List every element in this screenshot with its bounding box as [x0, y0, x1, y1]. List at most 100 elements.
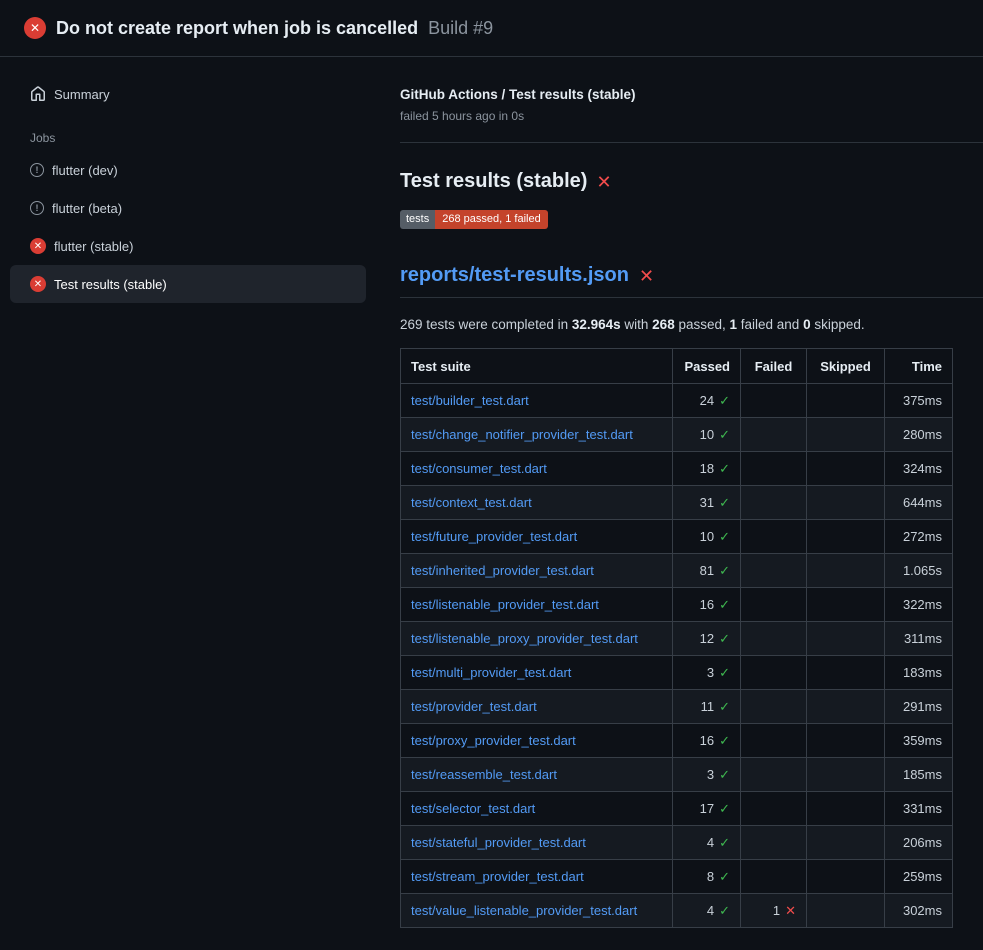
passed-cell: 3✓: [673, 656, 741, 690]
main-panel: GitHub Actions / Test results (stable) f…: [376, 57, 983, 928]
sidebar-item-flutter-stable[interactable]: ✕ flutter (stable): [10, 227, 366, 265]
failed-cell: [741, 554, 807, 588]
sidebar: Summary Jobs ! flutter (dev) ! flutter (…: [0, 57, 376, 303]
check-icon: ✓: [719, 835, 730, 850]
failed-cell: [741, 860, 807, 894]
suite-cell: test/future_provider_test.dart: [401, 520, 673, 554]
suite-link[interactable]: test/inherited_provider_test.dart: [411, 563, 594, 578]
check-icon: ✓: [719, 563, 730, 578]
badge-value: 268 passed, 1 failed: [435, 210, 547, 229]
passed-cell: 16✓: [673, 724, 741, 758]
suite-cell: test/inherited_provider_test.dart: [401, 554, 673, 588]
table-row: test/inherited_provider_test.dart81✓1.06…: [401, 554, 953, 588]
check-icon: ✓: [719, 903, 730, 918]
table-row: test/change_notifier_provider_test.dart 1…: [401, 418, 953, 452]
col-header-time: Time: [885, 349, 953, 384]
passed-cell: 18✓: [673, 452, 741, 486]
check-icon: ✓: [719, 767, 730, 782]
time-cell: 280ms: [885, 418, 953, 452]
skipped-cell: [807, 860, 885, 894]
time-cell: 272ms: [885, 520, 953, 554]
table-row: test/reassemble_test.dart3✓185ms: [401, 758, 953, 792]
check-icon: ✓: [719, 495, 730, 510]
time-cell: 206ms: [885, 826, 953, 860]
suite-link[interactable]: test/future_provider_test.dart: [411, 529, 577, 544]
suite-link[interactable]: test/proxy_provider_test.dart: [411, 733, 576, 748]
suite-cell: test/listenable_provider_test.dart: [401, 588, 673, 622]
suite-link[interactable]: test/stream_provider_test.dart: [411, 869, 584, 884]
passed-cell: 81✓: [673, 554, 741, 588]
suite-link[interactable]: test/context_test.dart: [411, 495, 532, 510]
suite-link[interactable]: test/listenable_provider_test.dart: [411, 597, 599, 612]
badge-label: tests: [400, 210, 435, 229]
results-table: Test suitePassedFailedSkippedTime test/b…: [400, 348, 953, 928]
time-cell: 259ms: [885, 860, 953, 894]
failed-cell: [741, 384, 807, 418]
table-row: test/multi_provider_test.dart3✓183ms: [401, 656, 953, 690]
sidebar-item-summary[interactable]: Summary: [10, 75, 366, 113]
skipped-cell: [807, 894, 885, 928]
skipped-cell: [807, 724, 885, 758]
sidebar-item-flutter-dev[interactable]: ! flutter (dev): [10, 151, 366, 189]
failed-cell: [741, 520, 807, 554]
table-row: test/listenable_proxy_provider_test.dart…: [401, 622, 953, 656]
skipped-cell: [807, 418, 885, 452]
suite-link[interactable]: test/builder_test.dart: [411, 393, 529, 408]
time-cell: 359ms: [885, 724, 953, 758]
check-icon: ✓: [719, 869, 730, 884]
check-icon: ✓: [719, 801, 730, 816]
failed-cell: [741, 452, 807, 486]
passed-cell: 12✓: [673, 622, 741, 656]
suite-link[interactable]: test/value_listenable_provider_test.dart: [411, 903, 637, 918]
table-row: test/proxy_provider_test.dart 16✓ 359ms: [401, 724, 953, 758]
failed-cell: [741, 418, 807, 452]
suite-link[interactable]: test/provider_test.dart: [411, 699, 537, 714]
suite-cell: test/selector_test.dart: [401, 792, 673, 826]
suite-link[interactable]: test/multi_provider_test.dart: [411, 665, 571, 680]
run-meta: failed 5 hours ago in 0s: [400, 109, 983, 123]
time-cell: 311ms: [885, 622, 953, 656]
suite-link[interactable]: test/listenable_proxy_provider_test.dart: [411, 631, 638, 646]
suite-link[interactable]: test/change_notifier_provider_test.dart: [411, 427, 633, 442]
failed-cell: [741, 656, 807, 690]
table-row: test/provider_test.dart11✓291ms: [401, 690, 953, 724]
suite-link[interactable]: test/selector_test.dart: [411, 801, 535, 816]
suite-cell: test/listenable_proxy_provider_test.dart: [401, 622, 673, 656]
sidebar-item-test-results-stable[interactable]: ✕ Test results (stable): [10, 265, 366, 303]
suite-link[interactable]: test/stateful_provider_test.dart: [411, 835, 586, 850]
suite-cell: test/stream_provider_test.dart: [401, 860, 673, 894]
skipped-cell: [807, 554, 885, 588]
check-icon: ✓: [719, 597, 730, 612]
table-row: test/listenable_provider_test.dart16✓322…: [401, 588, 953, 622]
x-circle-fail-icon: ✕: [24, 17, 46, 39]
passed-cell: 10✓: [673, 418, 741, 452]
check-icon: ✓: [719, 665, 730, 680]
page-content: Summary Jobs ! flutter (dev) ! flutter (…: [0, 57, 983, 928]
col-header-test-suite: Test suite: [401, 349, 673, 384]
suite-link[interactable]: test/reassemble_test.dart: [411, 767, 557, 782]
alert-circle-icon: !: [30, 201, 44, 215]
run-title: Do not create report when job is cancell…: [56, 18, 418, 39]
failed-cell: [741, 826, 807, 860]
failed-cell: 1✕: [741, 894, 807, 928]
passed-cell: 16✓: [673, 588, 741, 622]
passed-cell: 4✓: [673, 894, 741, 928]
report-link[interactable]: reports/test-results.json: [400, 264, 629, 287]
failed-cell: [741, 486, 807, 520]
table-row: test/context_test.dart31✓644ms: [401, 486, 953, 520]
col-header-passed: Passed: [673, 349, 741, 384]
table-row: test/stateful_provider_test.dart4✓206ms: [401, 826, 953, 860]
suite-link[interactable]: test/consumer_test.dart: [411, 461, 547, 476]
passed-cell: 31✓: [673, 486, 741, 520]
sidebar-item-flutter-beta[interactable]: ! flutter (beta): [10, 189, 366, 227]
failed-cell: [741, 792, 807, 826]
suite-cell: test/context_test.dart: [401, 486, 673, 520]
suite-cell: test/value_listenable_provider_test.dart: [401, 894, 673, 928]
check-icon: ✓: [719, 461, 730, 476]
table-row: test/value_listenable_provider_test.dart…: [401, 894, 953, 928]
x-circle-fail-icon: ✕: [30, 276, 46, 292]
table-row: test/stream_provider_test.dart8✓259ms: [401, 860, 953, 894]
divider: [400, 142, 983, 143]
run-header: ✕ Do not create report when job is cance…: [0, 0, 983, 57]
time-cell: 331ms: [885, 792, 953, 826]
